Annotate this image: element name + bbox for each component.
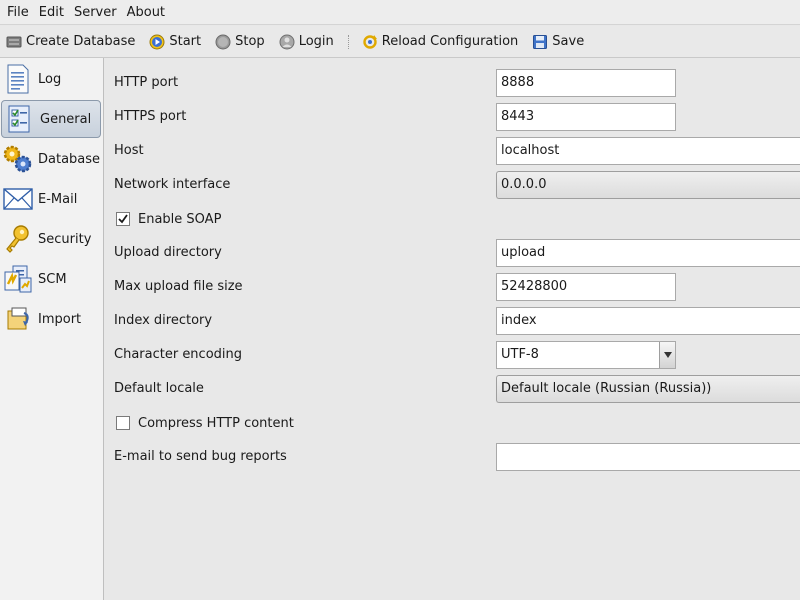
sidebar-item-import[interactable]: Import (0, 300, 104, 338)
sidebar-item-scm[interactable]: SCM (0, 260, 104, 298)
scm-icon (0, 260, 36, 298)
login-label: Login (298, 34, 334, 49)
index-directory-label: Index directory (114, 313, 213, 328)
database-icon (6, 36, 22, 47)
checklist-icon (2, 100, 38, 138)
toolbar-separator (347, 34, 350, 49)
host-field[interactable]: localhost (496, 137, 800, 165)
sidebar: Log General Database E-Mail Security SCM… (0, 58, 104, 600)
sidebar-item-email[interactable]: E-Mail (0, 180, 104, 218)
bug-email-label: E-mail to send bug reports (114, 449, 287, 464)
character-encoding-value: UTF-8 (501, 347, 539, 362)
sidebar-item-security[interactable]: Security (0, 220, 104, 258)
sidebar-item-label: General (40, 111, 92, 127)
key-icon (0, 220, 36, 258)
login-icon (279, 34, 295, 49)
menu-server[interactable]: Server (69, 0, 122, 25)
network-interface-combo[interactable]: 0.0.0.0 (496, 171, 800, 199)
login-button[interactable]: Login (279, 34, 334, 50)
gears-icon (0, 140, 36, 178)
sidebar-item-label: Import (38, 311, 82, 327)
sidebar-item-label: Database (38, 151, 101, 167)
enable-soap-checkbox[interactable]: Enable SOAP (116, 209, 221, 229)
create-database-button[interactable]: Create Database (6, 34, 135, 49)
stop-icon (215, 34, 231, 49)
https-port-value: 8443 (501, 109, 535, 124)
host-label: Host (114, 143, 144, 158)
reload-configuration-label: Reload Configuration (381, 34, 519, 49)
checkbox-checked-icon (116, 212, 130, 226)
http-port-label: HTTP port (114, 75, 179, 90)
upload-directory-field[interactable]: upload (496, 239, 800, 267)
sidebar-item-label: Log (38, 71, 62, 87)
envelope-icon (0, 180, 36, 218)
checkbox-unchecked-icon (116, 416, 130, 430)
sidebar-item-general[interactable]: General (1, 100, 101, 138)
default-locale-label: Default locale (114, 381, 204, 396)
upload-directory-value: upload (501, 245, 546, 260)
character-encoding-label: Character encoding (114, 347, 243, 362)
menu-bar: File Edit Server About (0, 0, 800, 25)
index-directory-field[interactable]: index (496, 307, 800, 335)
create-database-label: Create Database (26, 34, 136, 49)
network-interface-label: Network interface (114, 177, 231, 192)
reload-icon (363, 34, 377, 49)
save-button[interactable]: Save (532, 34, 584, 50)
character-encoding-select[interactable]: UTF-8 (496, 341, 676, 369)
sidebar-item-label: E-Mail (38, 191, 78, 207)
sidebar-item-label: Security (38, 231, 92, 247)
default-locale-value: Default locale (Russian (Russia)) (501, 381, 712, 396)
menu-edit[interactable]: Edit (34, 0, 69, 25)
https-port-field[interactable]: 8443 (496, 103, 676, 131)
start-label: Start (169, 34, 202, 49)
log-document-icon (0, 60, 36, 98)
stop-label: Stop (235, 34, 265, 49)
index-directory-value: index (501, 313, 537, 328)
sidebar-item-label: SCM (38, 271, 67, 287)
http-port-value: 8888 (501, 75, 535, 90)
reload-configuration-button[interactable]: Reload Configuration (362, 34, 519, 50)
default-locale-combo[interactable]: Default locale (Russian (Russia)) (496, 375, 800, 403)
general-settings-panel: HTTP port 8888 HTTPS port 8443 Host loca… (105, 58, 800, 600)
import-icon (0, 300, 36, 338)
compress-http-checkbox[interactable]: Compress HTTP content (116, 413, 294, 433)
max-upload-file-size-label: Max upload file size (114, 279, 243, 294)
enable-soap-label: Enable SOAP (138, 211, 222, 227)
start-button[interactable]: Start (149, 34, 201, 50)
bug-email-field[interactable] (496, 443, 800, 471)
toolbar: Create Database Start Stop Login Reload (0, 26, 800, 58)
http-port-field[interactable]: 8888 (496, 69, 676, 97)
sidebar-item-log[interactable]: Log (0, 60, 104, 98)
sidebar-item-database[interactable]: Database (0, 140, 104, 178)
compress-http-label: Compress HTTP content (138, 415, 294, 431)
dropdown-button[interactable] (659, 342, 675, 368)
stop-button[interactable]: Stop (215, 34, 265, 50)
save-label: Save (552, 34, 585, 49)
menu-about[interactable]: About (122, 0, 170, 25)
chevron-down-icon (663, 352, 672, 358)
network-interface-value: 0.0.0.0 (501, 177, 547, 192)
max-upload-file-size-field[interactable]: 52428800 (496, 273, 676, 301)
max-upload-file-size-value: 52428800 (501, 279, 568, 294)
host-value: localhost (501, 143, 560, 158)
play-icon (149, 34, 165, 49)
floppy-save-icon (533, 34, 548, 49)
upload-directory-label: Upload directory (114, 245, 222, 260)
https-port-label: HTTPS port (114, 109, 187, 124)
menu-file[interactable]: File (2, 0, 34, 25)
